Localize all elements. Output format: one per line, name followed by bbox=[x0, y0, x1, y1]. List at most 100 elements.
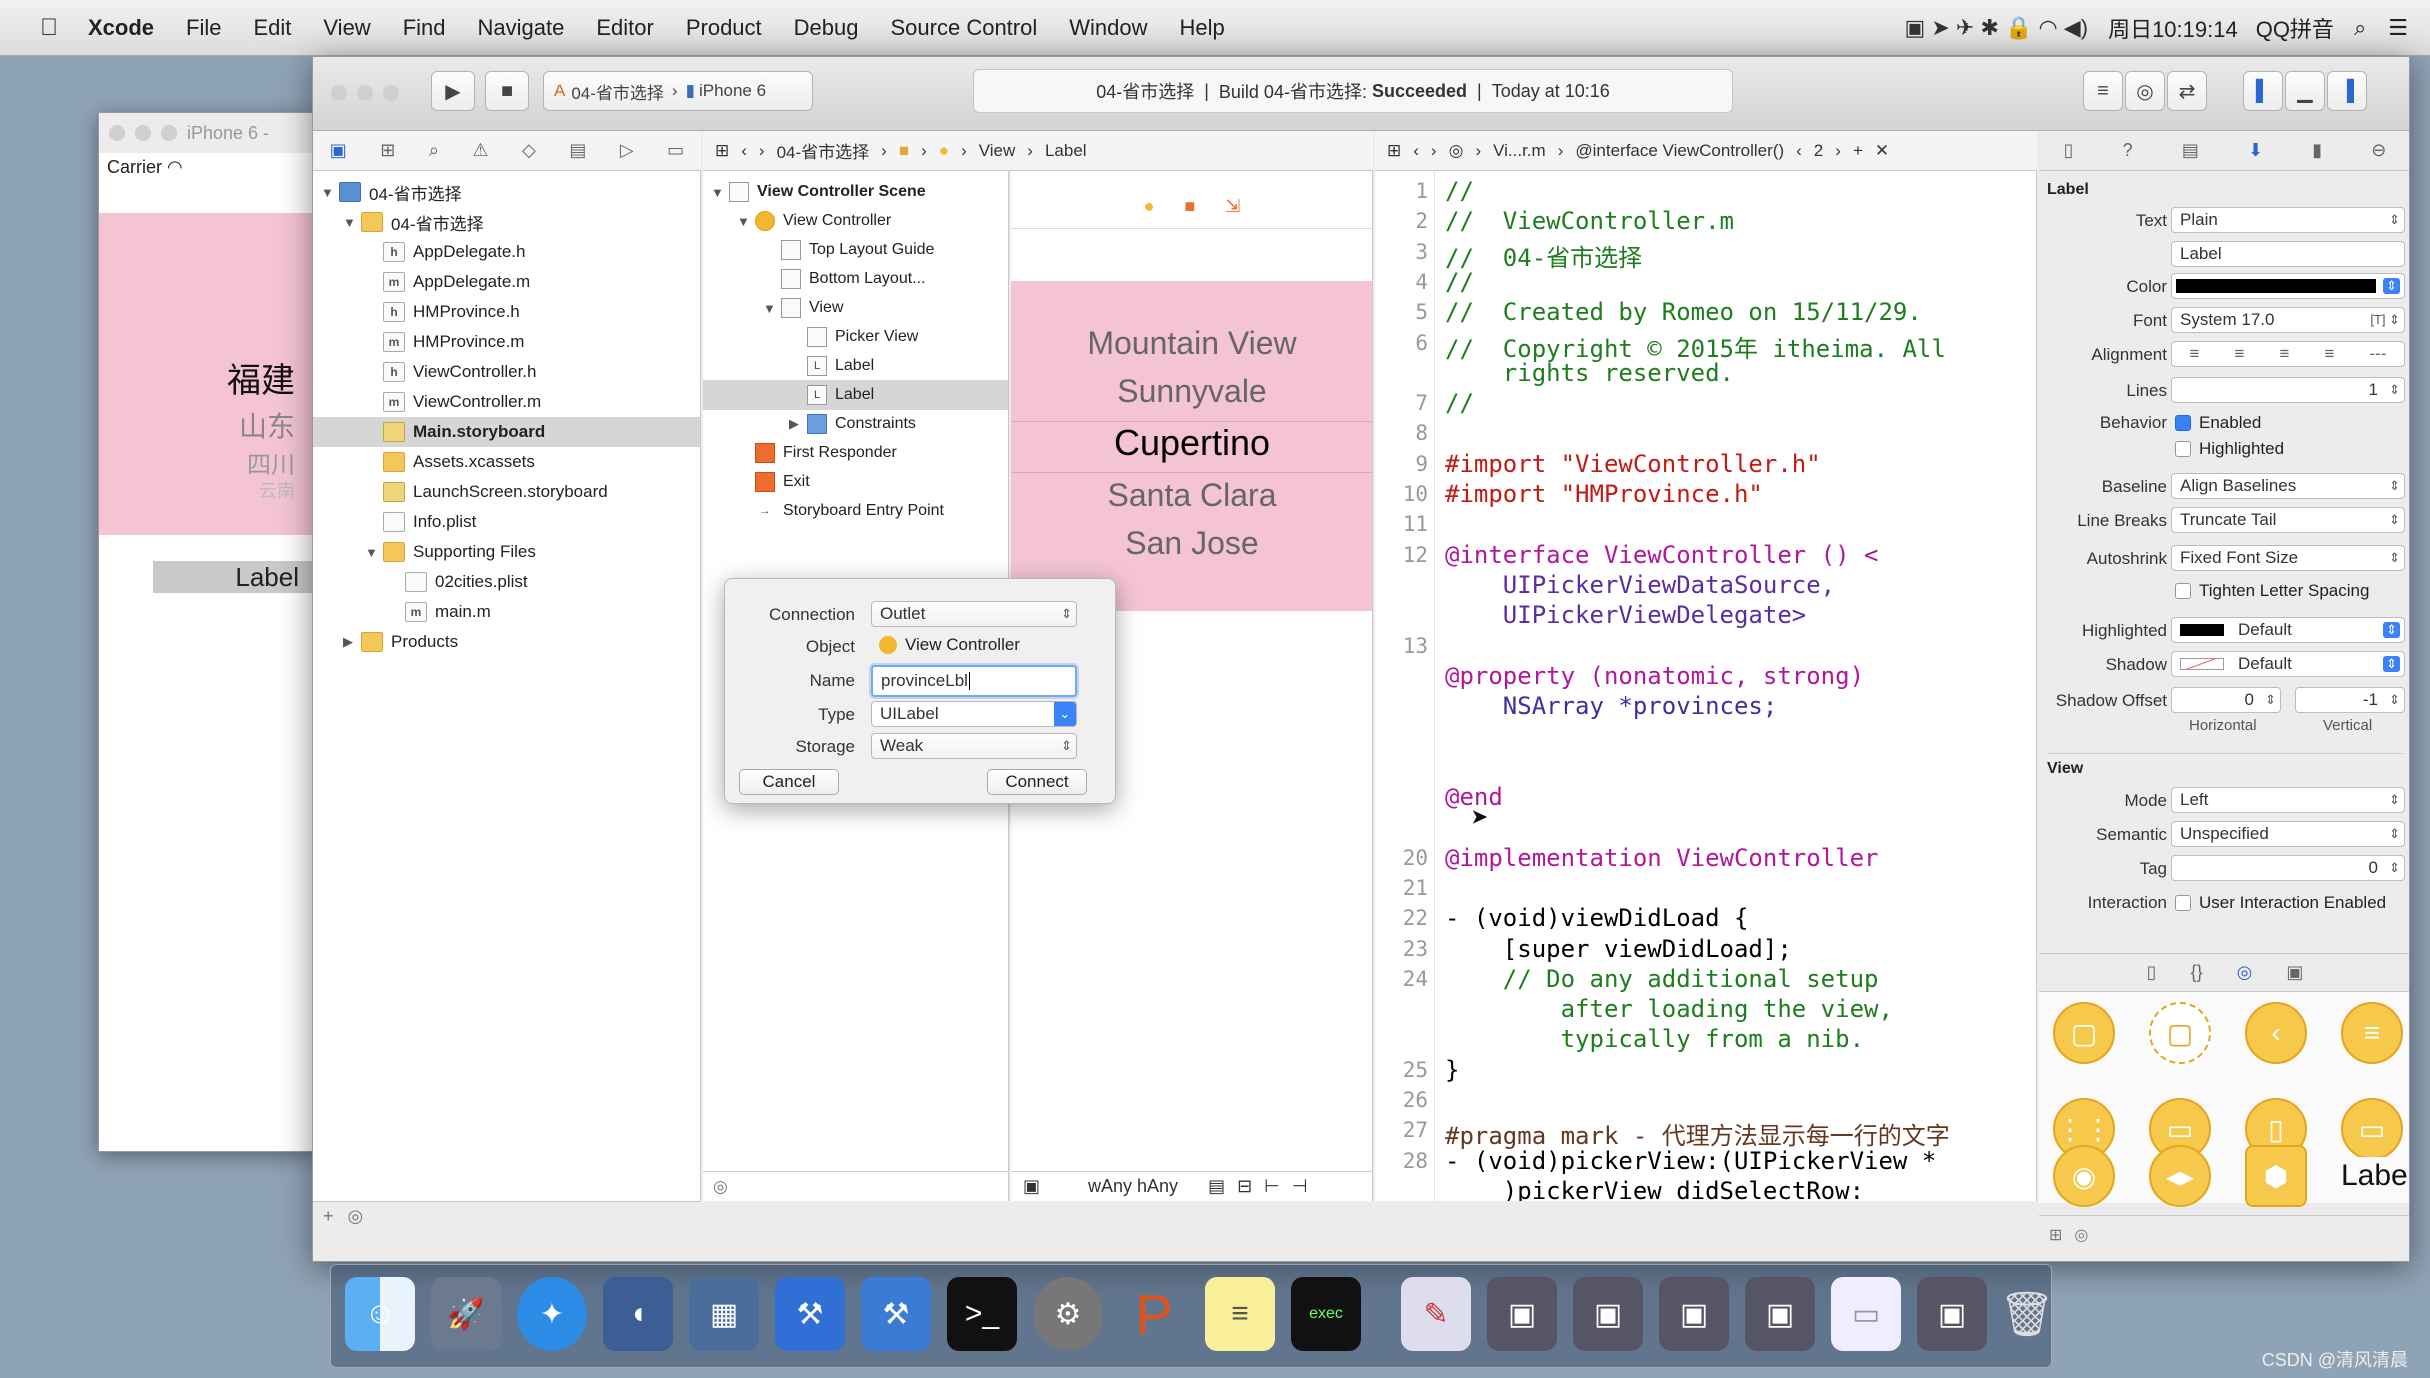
name-input[interactable]: provinceLbl bbox=[871, 665, 1077, 697]
text-type-select[interactable]: Plain ⇕ bbox=[2171, 207, 2405, 233]
disclosure-triangle-icon[interactable]: ▼ bbox=[763, 301, 781, 316]
zoom-button[interactable] bbox=[161, 125, 177, 141]
menu-debug[interactable]: Debug bbox=[794, 15, 859, 41]
storyboard-reference-icon[interactable]: ▢ bbox=[2149, 1002, 2211, 1064]
disclosure-triangle-icon[interactable]: ▼ bbox=[711, 185, 729, 200]
window-thumb-icon[interactable]: ▣ bbox=[1745, 1277, 1815, 1351]
autoshrink-select[interactable]: Fixed Font Size ⇕ bbox=[2171, 545, 2405, 571]
terminal-icon[interactable]: >_ bbox=[947, 1277, 1017, 1351]
code-line[interactable]: // Created by Romeo on 15/11/29. bbox=[1445, 298, 1922, 326]
navigator-item[interactable]: Main.storyboard bbox=[313, 417, 700, 447]
storage-select[interactable]: Weak ⇕ bbox=[871, 733, 1077, 759]
outline-item[interactable]: Exit bbox=[703, 467, 1008, 497]
symbol-navigator-icon[interactable]: ⊞ bbox=[380, 140, 395, 161]
related-items-icon[interactable]: ⊞ bbox=[715, 141, 729, 161]
next-counterpart-icon[interactable]: › bbox=[1835, 141, 1841, 161]
add-editor-icon[interactable]: + bbox=[1853, 141, 1863, 161]
minimize-button[interactable] bbox=[357, 85, 373, 101]
document-outline-toggle-icon[interactable]: ▣ bbox=[1023, 1176, 1040, 1197]
size-class-control[interactable]: wAny hAny bbox=[1088, 1176, 1178, 1197]
standard-editor-button[interactable]: ≡ bbox=[2083, 71, 2123, 111]
code-line[interactable]: after loading the view, bbox=[1445, 995, 1893, 1023]
zoom-button[interactable] bbox=[383, 85, 399, 101]
outline-item[interactable]: First Responder bbox=[703, 438, 1008, 468]
scheme-selector[interactable]: A 04-省市选择 › ▮ iPhone 6 bbox=[543, 71, 813, 111]
page-view-controller-icon[interactable]: ▭ bbox=[2341, 1098, 2403, 1160]
navigator-item[interactable]: h HMProvince.h bbox=[313, 297, 700, 327]
stack-icon[interactable]: ▤ bbox=[1208, 1176, 1225, 1197]
lines-stepper[interactable]: 1 ⇕ bbox=[2171, 377, 2405, 403]
code-line[interactable]: @property (nonatomic, strong) bbox=[1445, 662, 1864, 690]
connection-select[interactable]: Outlet ⇕ bbox=[871, 601, 1077, 627]
code-line[interactable]: // bbox=[1445, 389, 1474, 417]
code-line[interactable]: )pickerView didSelectRow: bbox=[1445, 1177, 1864, 1201]
disclosure-triangle-icon[interactable]: ▶ bbox=[343, 634, 361, 650]
alignment-control[interactable]: ≡ ≡ ≡ ≡ --- bbox=[2171, 341, 2405, 367]
window-thumb-icon[interactable]: ▣ bbox=[1573, 1277, 1643, 1351]
type-combo[interactable]: UILabel ⌄ bbox=[871, 701, 1077, 727]
align-icon[interactable]: ⊟ bbox=[1237, 1176, 1252, 1197]
safari-icon[interactable]: ✦ bbox=[517, 1277, 587, 1351]
console-icon[interactable]: exec bbox=[1291, 1277, 1361, 1351]
code-line[interactable]: @implementation ViewController bbox=[1445, 844, 1878, 872]
disclosure-triangle-icon[interactable]: ▼ bbox=[343, 215, 361, 230]
xcode-icon[interactable]: ⚒ bbox=[775, 1277, 845, 1351]
prev-counterpart-icon[interactable]: ‹ bbox=[1796, 141, 1802, 161]
notification-center-icon[interactable]: ☰ bbox=[2388, 15, 2408, 41]
code-line[interactable]: #import "ViewController.h" bbox=[1445, 450, 1821, 478]
disclosure-triangle-icon[interactable]: ▼ bbox=[365, 545, 383, 560]
assistant-editor-button[interactable]: ◎ bbox=[2125, 71, 2165, 111]
grid-view-icon[interactable]: ⊞ bbox=[2049, 1225, 2062, 1245]
code-line[interactable]: // bbox=[1445, 268, 1474, 296]
jump-item[interactable]: @interface ViewController() bbox=[1575, 141, 1784, 161]
filter-icon[interactable]: ◎ bbox=[713, 1177, 728, 1197]
library-label-object[interactable]: Label bbox=[2341, 1159, 2409, 1193]
jump-item[interactable]: Label bbox=[1045, 141, 1087, 161]
outline-item[interactable]: L Label bbox=[703, 351, 1008, 381]
jump-item[interactable]: Vi...r.m bbox=[1493, 141, 1546, 161]
text-content-field[interactable]: Label bbox=[2171, 241, 2405, 267]
breakpoint-navigator-icon[interactable]: ▷ bbox=[620, 140, 634, 161]
canvas-picker-view[interactable]: Mountain View Sunnyvale Cupertino Santa … bbox=[1011, 281, 1372, 611]
menu-app-name[interactable]: Xcode bbox=[88, 15, 154, 41]
object-library-icon[interactable]: ◎ bbox=[2237, 962, 2253, 983]
navigator-item[interactable]: h AppDelegate.h bbox=[313, 237, 700, 267]
highlighted-color-select[interactable]: Default ⇕ bbox=[2171, 617, 2405, 643]
code-line[interactable]: [super viewDidLoad]; bbox=[1445, 935, 1792, 963]
notes-icon[interactable]: ≡ bbox=[1205, 1277, 1275, 1351]
code-line[interactable]: typically from a nib. bbox=[1445, 1025, 1864, 1053]
trash-icon[interactable]: 🗑 bbox=[1999, 1277, 2055, 1351]
file-inspector-icon[interactable]: ▯ bbox=[2064, 140, 2074, 161]
code-line[interactable]: } bbox=[1445, 1056, 1459, 1084]
outline-item[interactable]: → Storyboard Entry Point bbox=[703, 496, 1008, 526]
color-well[interactable]: ⇕ bbox=[2171, 273, 2405, 299]
menu-find[interactable]: Find bbox=[403, 15, 446, 41]
cancel-button[interactable]: Cancel bbox=[739, 769, 839, 795]
font-field[interactable]: System 17.0 [T] ⇕ bbox=[2171, 307, 2405, 333]
disclosure-triangle-icon[interactable]: ▼ bbox=[321, 185, 339, 200]
navigator-item[interactable]: 02cities.plist bbox=[313, 567, 700, 597]
navigator-item[interactable]: m HMProvince.m bbox=[313, 327, 700, 357]
add-icon[interactable]: + bbox=[323, 1206, 334, 1227]
stop-button[interactable]: ■ bbox=[485, 71, 529, 111]
project-navigator-icon[interactable]: ▣ bbox=[330, 140, 347, 161]
debug-navigator-icon[interactable]: ▤ bbox=[569, 140, 586, 161]
avkit-player-icon[interactable]: ◂▸ bbox=[2149, 1145, 2211, 1207]
window-thumb-icon[interactable]: ▭ bbox=[1831, 1277, 1901, 1351]
disclosure-triangle-icon[interactable]: ▼ bbox=[737, 214, 755, 229]
jump-item[interactable]: View bbox=[979, 141, 1016, 161]
outline-item[interactable]: ▼ View bbox=[703, 293, 1008, 323]
navigator-item[interactable]: m ViewController.m bbox=[313, 387, 700, 417]
mouse-app-icon[interactable]: ◖ bbox=[603, 1277, 673, 1351]
semantic-select[interactable]: Unspecified ⇕ bbox=[2171, 821, 2405, 847]
navigator-item[interactable]: Info.plist bbox=[313, 507, 700, 537]
navigator-item[interactable]: LaunchScreen.storyboard bbox=[313, 477, 700, 507]
navigator-item[interactable]: h ViewController.h bbox=[313, 357, 700, 387]
navigator-item[interactable]: ▼ 04-省市选择 bbox=[313, 177, 700, 207]
menu-navigate[interactable]: Navigate bbox=[478, 15, 565, 41]
window-thumb-icon[interactable]: ▣ bbox=[1917, 1277, 1987, 1351]
photo-app-icon[interactable]: ▦ bbox=[689, 1277, 759, 1351]
powerpoint-icon[interactable]: P bbox=[1119, 1277, 1189, 1351]
status-icons[interactable]: ▣ ➤ ✈ ✱ 🔒 ◠ ◀) bbox=[1904, 15, 2088, 41]
back-icon[interactable]: ‹ bbox=[1413, 141, 1419, 161]
